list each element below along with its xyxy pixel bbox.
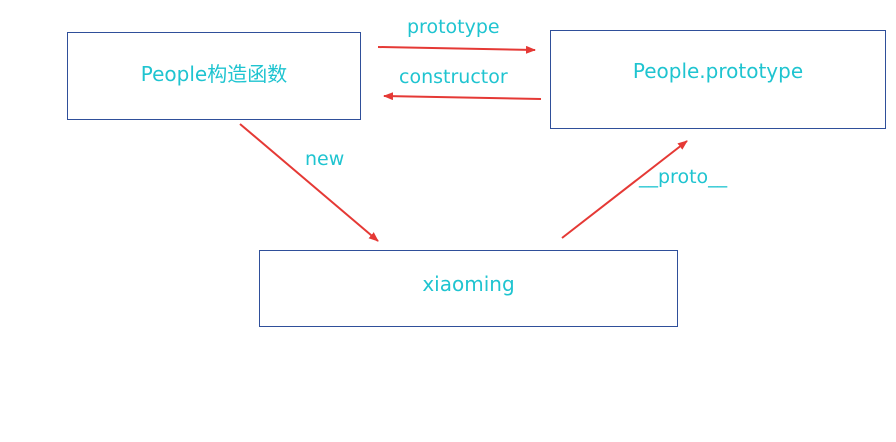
edge-label-prototype: prototype [407,16,500,38]
edge-label-proto: __proto__ [639,166,728,188]
arrow-proto [561,140,688,239]
edge-label-new: new [305,148,345,170]
arrow-new [239,123,379,242]
people-prototype-node: People.prototype [550,30,886,129]
xiaoming-label: xiaoming [422,271,515,296]
people-constructor-node: People构造函数 [67,32,361,120]
arrow-prototype [377,45,536,54]
people-constructor-label: People构造函数 [140,61,288,86]
edge-label-constructor: constructor [399,66,508,88]
arrow-constructor [383,92,542,101]
people-prototype-label: People.prototype [632,58,804,83]
xiaoming-node: xiaoming [259,250,678,327]
